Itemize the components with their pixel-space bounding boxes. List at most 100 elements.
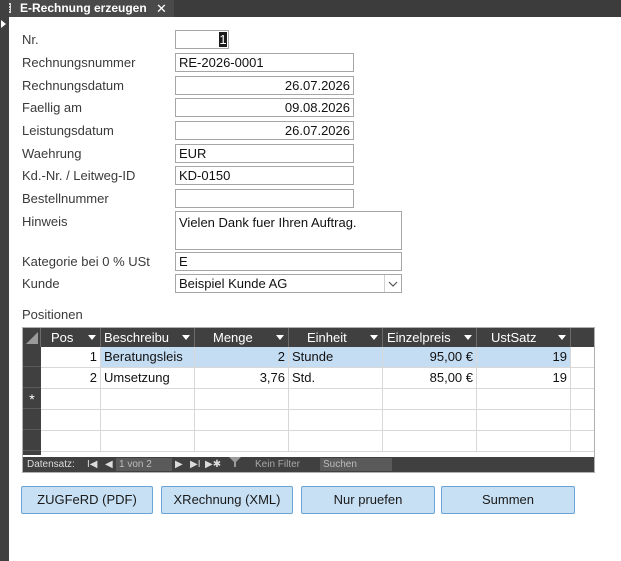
- cell-pos[interactable]: 2: [41, 368, 101, 388]
- search-input[interactable]: Suchen: [320, 458, 392, 471]
- rechnungsdatum-label: Rechnungsdatum: [22, 78, 124, 93]
- select-all-corner[interactable]: [23, 328, 41, 347]
- filter-status[interactable]: Kein Filter: [255, 457, 300, 472]
- kunde-combobox[interactable]: Beispiel Kunde AG: [175, 274, 402, 293]
- next-record-icon[interactable]: ▶: [175, 457, 183, 472]
- hinweis-label: Hinweis: [22, 214, 68, 229]
- bestellnummer-label: Bestellnummer: [22, 191, 109, 206]
- cell-empty[interactable]: [41, 389, 101, 409]
- kategorie-label: Kategorie bei 0 % USt: [22, 254, 150, 269]
- cell-empty[interactable]: [477, 389, 571, 409]
- cell-empty: [477, 431, 571, 451]
- cell-empty: [101, 431, 195, 451]
- positionen-label: Positionen: [22, 307, 83, 322]
- cell-einzelpreis[interactable]: 85,00 €: [383, 368, 477, 388]
- record-selector: [23, 431, 41, 451]
- navigation-pane-strip[interactable]: [0, 0, 9, 561]
- record-selector[interactable]: [23, 368, 41, 388]
- previous-record-icon[interactable]: ◀: [105, 457, 113, 472]
- nr-value: 1: [219, 32, 227, 47]
- filter-icon[interactable]: [229, 457, 241, 473]
- kdnr-label: Kd.-Nr. / Leitweg-ID: [22, 168, 136, 183]
- cell-pos[interactable]: 1: [41, 347, 101, 367]
- cell-empty[interactable]: [195, 389, 289, 409]
- cell-einzelpreis[interactable]: 95,00 €: [383, 347, 477, 367]
- empty-row: [41, 410, 594, 431]
- cell-menge[interactable]: 3,76: [195, 368, 289, 388]
- xrechnung-button[interactable]: XRechnung (XML): [161, 486, 293, 514]
- cell-empty: [289, 431, 383, 451]
- faellig-field[interactable]: 09.08.2026: [175, 98, 354, 117]
- last-record-icon[interactable]: ▶I: [190, 457, 200, 472]
- cell-ustsatz[interactable]: 19: [477, 347, 571, 367]
- new-record-marker[interactable]: *: [23, 389, 41, 409]
- cell-empty: [41, 431, 101, 451]
- leistungsdatum-label: Leistungsdatum: [22, 123, 114, 138]
- nur-pruefen-button[interactable]: Nur pruefen: [301, 486, 435, 514]
- column-filter-dropdown-icon[interactable]: [182, 335, 190, 340]
- column-header-einzelpreis[interactable]: Einzelpreis: [383, 328, 477, 347]
- column-filter-dropdown-icon[interactable]: [464, 335, 472, 340]
- record-position-box[interactable]: 1 von 2: [116, 458, 172, 471]
- cell-ustsatz[interactable]: 19: [477, 368, 571, 388]
- rechnungsnummer-field[interactable]: RE-2026-0001: [175, 53, 354, 72]
- new-record-icon[interactable]: ▶✱: [205, 457, 221, 472]
- column-filter-dropdown-icon[interactable]: [370, 335, 378, 340]
- waehrung-field[interactable]: EUR: [175, 144, 354, 163]
- empty-row: [41, 431, 594, 452]
- kunde-value: Beispiel Kunde AG: [179, 276, 288, 291]
- column-filter-dropdown-icon[interactable]: [558, 335, 566, 340]
- tab-bar: E-Rechnung erzeugen ✕: [0, 0, 621, 17]
- kunde-label: Kunde: [22, 276, 60, 291]
- record-selector-column: *: [23, 347, 41, 455]
- table-row[interactable]: 2 Umsetzung 3,76 Std. 85,00 € 19: [41, 368, 594, 389]
- record-navigation-bar: Datensatz: I◀ ◀ 1 von 2 ▶ ▶I ▶✱ Kein Fil…: [23, 457, 594, 472]
- leistungsdatum-field[interactable]: 26.07.2026: [175, 121, 354, 140]
- tab-title: E-Rechnung erzeugen: [20, 1, 147, 15]
- datasheet-header: Pos Beschreibu Menge Einheit Einzelpreis…: [23, 328, 594, 347]
- column-header-ustsatz[interactable]: UstSatz: [477, 328, 571, 347]
- cell-empty: [41, 410, 101, 430]
- cell-empty: [383, 431, 477, 451]
- hinweis-field[interactable]: Vielen Dank fuer Ihren Auftrag.: [175, 211, 402, 250]
- record-selector[interactable]: [23, 347, 41, 367]
- new-record-row[interactable]: [41, 389, 594, 410]
- tab-e-rechnung[interactable]: E-Rechnung erzeugen ✕: [0, 0, 174, 17]
- cell-empty: [477, 410, 571, 430]
- positionen-datasheet[interactable]: Pos Beschreibu Menge Einheit Einzelpreis…: [22, 327, 595, 473]
- cell-empty[interactable]: [289, 389, 383, 409]
- record-nav-label: Datensatz:: [27, 459, 75, 470]
- column-filter-dropdown-icon[interactable]: [88, 335, 96, 340]
- cell-empty[interactable]: [383, 389, 477, 409]
- table-row[interactable]: 1 Beratungsleis 2 Stunde 95,00 € 19: [41, 347, 594, 368]
- faellig-label: Faellig am: [22, 100, 82, 115]
- bestellnummer-field[interactable]: [175, 189, 354, 208]
- nr-field[interactable]: 1: [175, 30, 229, 49]
- cell-beschreibung[interactable]: Umsetzung: [101, 368, 195, 388]
- record-selector: [23, 410, 41, 430]
- expand-arrow-icon[interactable]: [1, 20, 6, 28]
- column-header-einheit[interactable]: Einheit: [289, 328, 383, 347]
- column-header-pos[interactable]: Pos: [41, 328, 101, 347]
- cell-einheit[interactable]: Std.: [289, 368, 383, 388]
- rechnungsdatum-field[interactable]: 26.07.2026: [175, 76, 354, 95]
- cell-empty: [195, 431, 289, 451]
- cell-empty[interactable]: [101, 389, 195, 409]
- summen-button[interactable]: Summen: [441, 486, 575, 514]
- close-icon[interactable]: ✕: [156, 0, 167, 17]
- cell-empty: [289, 410, 383, 430]
- cell-einheit[interactable]: Stunde: [289, 347, 383, 367]
- column-filter-dropdown-icon[interactable]: [276, 335, 284, 340]
- column-header-menge[interactable]: Menge: [195, 328, 289, 347]
- kdnr-field[interactable]: KD-0150: [175, 166, 354, 185]
- zugferd-button[interactable]: ZUGFeRD (PDF): [21, 486, 153, 514]
- first-record-icon[interactable]: I◀: [87, 457, 97, 472]
- chevron-down-icon[interactable]: [384, 275, 401, 292]
- cell-beschreibung[interactable]: Beratungsleis: [101, 347, 195, 367]
- kategorie-field[interactable]: E: [175, 252, 402, 271]
- column-header-beschreibung[interactable]: Beschreibu: [101, 328, 195, 347]
- nr-label: Nr.: [22, 32, 39, 47]
- waehrung-label: Waehrung: [22, 146, 82, 161]
- cell-menge[interactable]: 2: [195, 347, 289, 367]
- cell-empty: [101, 410, 195, 430]
